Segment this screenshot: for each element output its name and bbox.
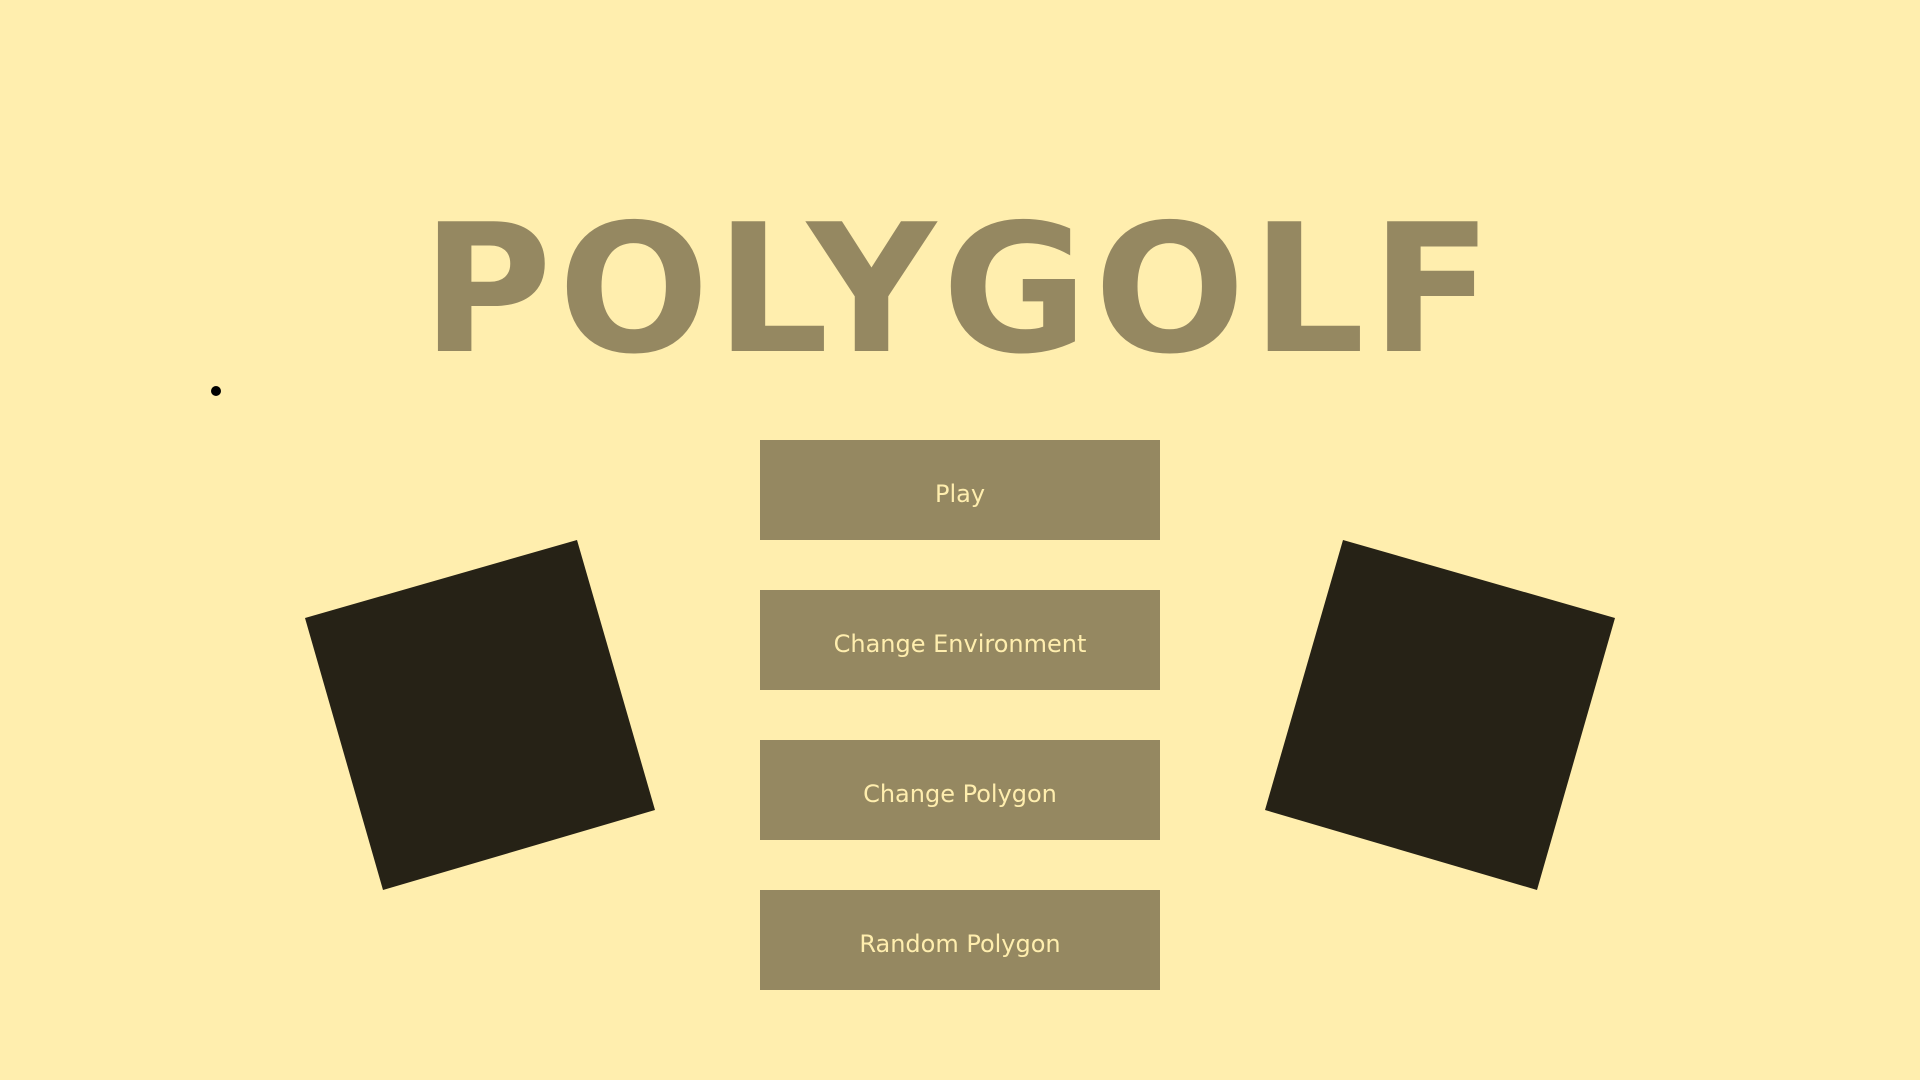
- change-polygon-button-label: Change Polygon: [863, 780, 1057, 808]
- random-polygon-button[interactable]: Random Polygon: [760, 890, 1160, 990]
- change-environment-button[interactable]: Change Environment: [760, 590, 1160, 690]
- left-polygon: [305, 540, 655, 890]
- change-polygon-button[interactable]: Change Polygon: [760, 740, 1160, 840]
- change-environment-button-label: Change Environment: [833, 630, 1087, 658]
- main-menu: Play Change Environment Change Polygon R…: [760, 440, 1160, 1040]
- right-polygon: [1265, 540, 1615, 890]
- play-button[interactable]: Play: [760, 440, 1160, 540]
- random-polygon-button-label: Random Polygon: [859, 930, 1061, 958]
- play-button-label: Play: [934, 480, 986, 508]
